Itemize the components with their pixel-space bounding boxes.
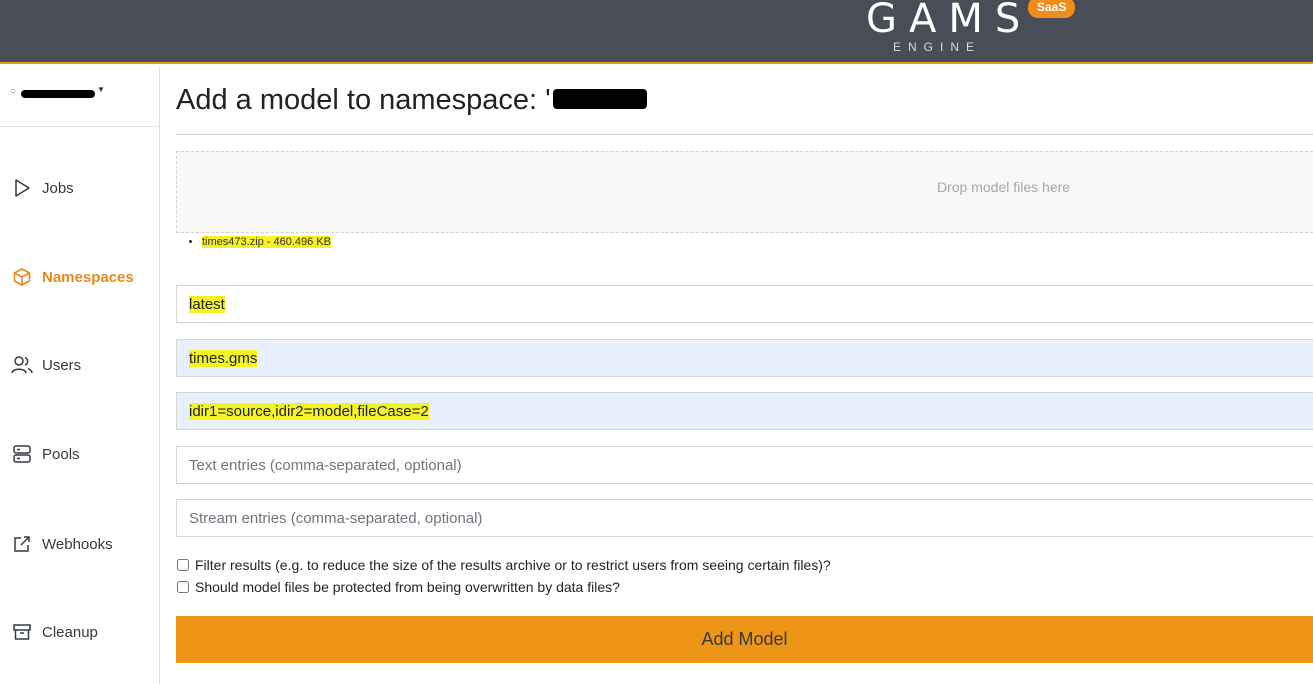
user-icon: ○	[10, 86, 17, 97]
stream-entries-input[interactable]	[176, 499, 1313, 537]
title-divider	[176, 134, 1313, 135]
sidebar-item-label: Pools	[42, 445, 80, 463]
arguments-value: idir1=source,idir2=model,fileCase=2	[189, 403, 429, 420]
filter-results-checkbox-row[interactable]: Filter results (e.g. to reduce the size …	[176, 557, 831, 573]
run-file-input[interactable]: times.gms	[176, 339, 1313, 377]
play-outline-icon	[10, 176, 34, 200]
sidebar-item-label: Jobs	[42, 179, 74, 197]
sidebar-item-label: Users	[42, 356, 82, 374]
sidebar-item-jobs[interactable]: Jobs	[10, 173, 155, 203]
sidebar-item-label: Namespaces	[42, 268, 134, 286]
file-dropzone[interactable]: Drop model files here	[176, 151, 1313, 233]
run-file-value: times.gms	[189, 350, 258, 367]
user-menu[interactable]: ○ ▼	[0, 66, 160, 127]
brand-subtitle: ENGINE	[893, 40, 982, 54]
uploaded-file-list: times473.zip - 460.496 KB	[202, 236, 332, 248]
sidebar-item-webhooks[interactable]: Webhooks	[10, 529, 155, 559]
sidebar-item-namespaces[interactable]: Namespaces	[10, 262, 155, 292]
protect-model-files-checkbox[interactable]	[177, 581, 189, 593]
protect-model-files-label: Should model files be protected from bei…	[195, 579, 620, 595]
sidebar-item-users[interactable]: Users	[10, 350, 155, 380]
users-icon	[10, 353, 34, 377]
list-item: times473.zip - 460.496 KB	[202, 236, 332, 248]
version-value: latest	[189, 296, 225, 313]
redacted-username	[21, 90, 95, 98]
top-bar: GAMS ENGINE SaaS	[0, 0, 1313, 64]
server-icon	[10, 442, 34, 466]
gams-engine-logo[interactable]: GAMS ENGINE SaaS	[866, 0, 1086, 62]
sidebar-item-label: Cleanup	[42, 623, 98, 641]
redacted-namespace	[552, 89, 647, 110]
text-entries-input[interactable]	[176, 446, 1313, 484]
external-link-icon	[10, 532, 34, 556]
brand-name: GAMS	[866, 0, 1033, 42]
sidebar-item-label: Webhooks	[42, 535, 113, 553]
sidebar: ○ ▼ Jobs Namespaces Users Pools Webhooks	[0, 66, 160, 684]
chevron-down-icon: ▼	[97, 85, 105, 94]
arguments-input[interactable]: idir1=source,idir2=model,fileCase=2	[176, 392, 1313, 430]
uploaded-file-name: times473.zip - 460.496 KB	[202, 236, 332, 248]
filter-results-label: Filter results (e.g. to reduce the size …	[195, 557, 831, 573]
saas-badge: SaaS	[1028, 0, 1076, 18]
filter-results-checkbox[interactable]	[177, 559, 189, 571]
sidebar-item-pools[interactable]: Pools	[10, 439, 155, 469]
sidebar-item-cleanup[interactable]: Cleanup	[10, 617, 155, 647]
page-title-text: Add a model to namespace: '	[176, 84, 551, 116]
main-content: Add a model to namespace: ' Drop model f…	[176, 66, 1313, 684]
page-title: Add a model to namespace: '	[176, 84, 647, 117]
cube-icon	[10, 265, 34, 289]
protect-model-files-checkbox-row[interactable]: Should model files be protected from bei…	[176, 579, 620, 595]
add-model-button[interactable]: Add Model	[176, 616, 1313, 663]
dropzone-text: Drop model files here	[937, 179, 1071, 195]
version-input[interactable]: latest	[176, 285, 1313, 323]
archive-box-icon	[10, 620, 34, 644]
